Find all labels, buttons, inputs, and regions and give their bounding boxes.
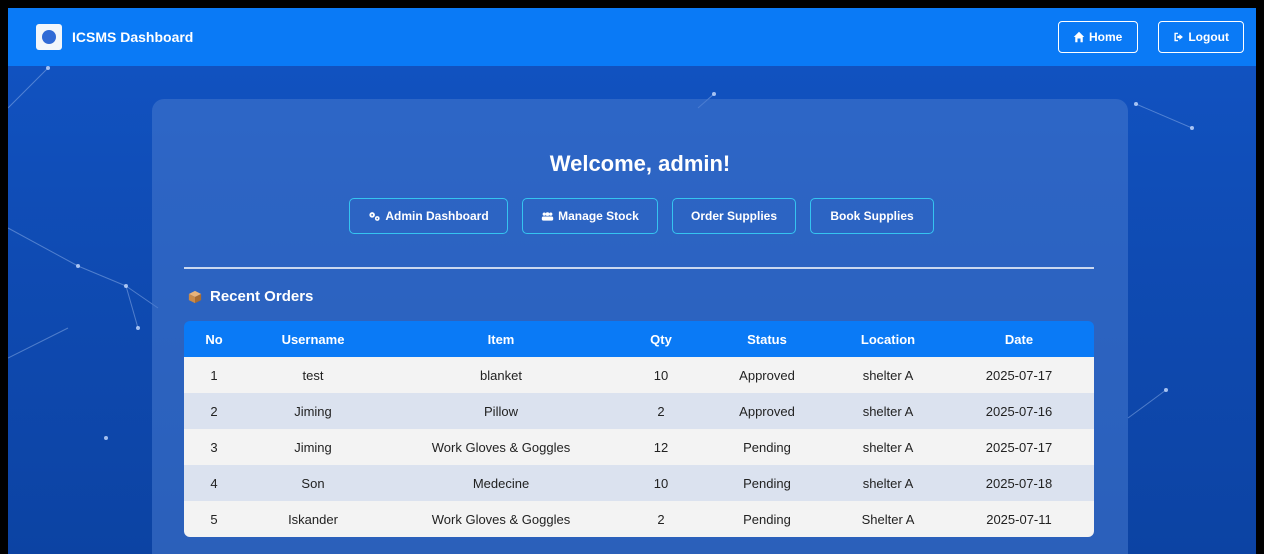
order-supplies-button[interactable]: Order Supplies — [672, 198, 796, 234]
cell-location: Shelter A — [861, 511, 915, 527]
recent-orders-heading: Recent Orders — [188, 288, 313, 305]
logout-icon — [1174, 32, 1183, 42]
nav-actions: Home Logout — [1058, 21, 1244, 53]
cell-item: Work Gloves & Goggles — [431, 439, 571, 455]
book-supplies-label: Book Supplies — [830, 209, 914, 223]
cell-status: Approved — [739, 367, 795, 383]
cell-qty: 2 — [657, 511, 665, 527]
welcome-heading: Welcome, admin! — [549, 151, 731, 176]
cell-no: 3 — [210, 439, 218, 455]
cell-item: Work Gloves & Goggles — [431, 511, 571, 527]
cell-date: 2025-07-11 — [986, 511, 1052, 527]
header-location: Location — [860, 331, 916, 347]
dashboard-card: Welcome, admin! Admin Dashboard Manage S… — [152, 99, 1128, 554]
header-date: Date — [1004, 331, 1034, 347]
top-navbar: ICSMS Dashboard Home Logout — [8, 8, 1256, 66]
logout-label: Logout — [1188, 30, 1229, 44]
cell-qty: 10 — [653, 475, 669, 491]
cell-location: shelter A — [862, 475, 914, 491]
table-row: 5 Iskander Work Gloves & Goggles 2 Pendi… — [184, 501, 1094, 537]
orders-table: No Username Item Qty Status Location Dat… — [184, 321, 1094, 537]
cell-date: 2025-07-16 — [985, 403, 1053, 419]
cell-item: blanket — [480, 367, 522, 383]
cell-date: 2025-07-18 — [985, 475, 1053, 491]
cell-status: Pending — [743, 439, 791, 455]
table-row: 3 Jiming Work Gloves & Goggles 12 Pendin… — [184, 429, 1094, 465]
cell-no: 1 — [210, 367, 218, 383]
brand[interactable]: ICSMS Dashboard — [36, 24, 193, 50]
header-qty: Qty — [650, 331, 672, 347]
recent-orders-title: Recent Orders — [210, 288, 314, 305]
cell-username: Jiming — [294, 403, 332, 419]
table-header-row: No Username Item Qty Status Location Dat… — [184, 321, 1094, 357]
cell-username: Son — [301, 475, 325, 491]
cell-qty: 10 — [653, 367, 669, 383]
cell-no: 2 — [210, 403, 218, 419]
header-item: Item — [487, 331, 515, 347]
cell-qty: 12 — [653, 439, 669, 455]
logout-button[interactable]: Logout — [1158, 21, 1244, 53]
cell-item: Pillow — [484, 403, 518, 419]
cell-no: 5 — [210, 511, 218, 527]
action-buttons: Admin Dashboard Manage Stock Order Suppl… — [349, 198, 934, 234]
header-no: No — [205, 331, 223, 347]
cell-username: test — [302, 367, 324, 383]
cell-item: Medecine — [472, 475, 530, 491]
order-supplies-label: Order Supplies — [690, 209, 778, 223]
brand-title: ICSMS Dashboard — [72, 29, 194, 45]
cogs-icon — [369, 211, 380, 221]
table-row: 2 Jiming Pillow 2 Approved shelter A 202… — [184, 393, 1094, 429]
cell-status: Pending — [743, 475, 791, 491]
cell-location: shelter A — [862, 403, 914, 419]
cell-qty: 2 — [657, 403, 665, 419]
cell-status: Pending — [743, 511, 791, 527]
manage-stock-label: Manage Stock — [558, 209, 639, 223]
cell-date: 2025-07-17 — [985, 439, 1053, 455]
users-icon — [541, 211, 554, 221]
app-window: ICSMS Dashboard Home Logout Welcome, adm… — [8, 8, 1256, 554]
cell-location: shelter A — [862, 367, 914, 383]
home-icon — [1073, 31, 1085, 43]
table-row: 4 Son Medecine 10 Pending shelter A 2025… — [184, 465, 1094, 501]
package-icon — [188, 290, 202, 303]
divider — [184, 267, 1094, 269]
home-button[interactable]: Home — [1058, 21, 1138, 53]
cell-username: Iskander — [288, 511, 338, 527]
cell-date: 2025-07-17 — [985, 367, 1053, 383]
logo-icon — [36, 24, 62, 50]
cell-username: Jiming — [294, 439, 332, 455]
admin-dashboard-button[interactable]: Admin Dashboard — [349, 198, 508, 234]
book-supplies-button[interactable]: Book Supplies — [810, 198, 934, 234]
header-username: Username — [281, 331, 345, 347]
admin-dashboard-label: Admin Dashboard — [385, 209, 489, 223]
manage-stock-button[interactable]: Manage Stock — [522, 198, 658, 234]
cell-location: shelter A — [862, 439, 914, 455]
cell-status: Approved — [739, 403, 795, 419]
table-row: 1 test blanket 10 Approved shelter A 202… — [184, 357, 1094, 393]
header-status: Status — [747, 331, 787, 347]
orders-table-wrapper: No Username Item Qty Status Location Dat… — [184, 321, 1094, 537]
home-label: Home — [1089, 30, 1123, 44]
cell-no: 4 — [210, 475, 218, 491]
